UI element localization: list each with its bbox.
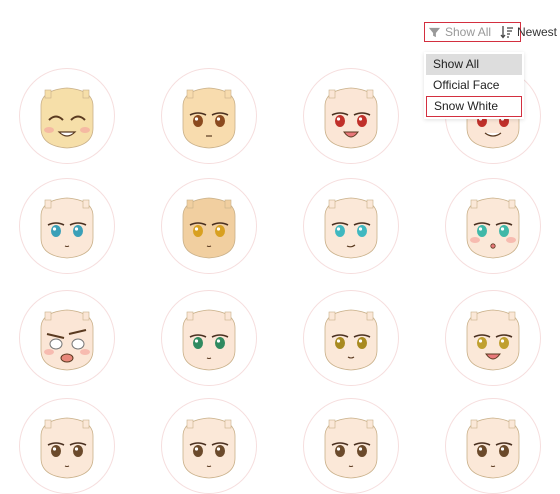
face-part-item[interactable] <box>19 290 115 386</box>
face-illustration <box>40 197 94 259</box>
face-part-item[interactable] <box>445 178 541 274</box>
face-part-item[interactable] <box>303 68 399 164</box>
face-illustration <box>40 309 94 371</box>
face-illustration <box>324 197 378 259</box>
face-illustration <box>466 197 520 259</box>
dropdown-option-show-all[interactable]: Show All <box>426 54 522 75</box>
face-illustration <box>182 87 236 149</box>
face-illustration <box>324 309 378 371</box>
face-illustration <box>324 417 378 479</box>
face-part-item[interactable] <box>19 68 115 164</box>
face-part-item[interactable] <box>303 398 399 494</box>
face-part-item[interactable] <box>161 290 257 386</box>
face-illustration <box>182 309 236 371</box>
face-illustration <box>466 417 520 479</box>
face-illustration <box>324 87 378 149</box>
face-part-item[interactable] <box>19 178 115 274</box>
face-illustration <box>182 197 236 259</box>
sort-button-label: Newest <box>517 25 558 39</box>
filter-icon <box>428 27 441 37</box>
face-illustration <box>40 417 94 479</box>
face-part-item[interactable] <box>445 290 541 386</box>
face-part-item[interactable] <box>161 398 257 494</box>
face-illustration <box>466 309 520 371</box>
face-illustration <box>40 87 94 149</box>
dropdown-option-snow-white[interactable]: Snow White <box>426 96 522 117</box>
face-part-item[interactable] <box>161 178 257 274</box>
toolbar: Show All Newest <box>424 22 560 44</box>
filter-button-label: Show All <box>445 25 492 39</box>
sort-button[interactable]: Newest <box>500 22 557 42</box>
sort-icon <box>500 26 513 39</box>
face-part-item[interactable] <box>303 178 399 274</box>
face-illustration <box>182 417 236 479</box>
dropdown-option-official-face[interactable]: Official Face <box>426 75 522 96</box>
face-part-item[interactable] <box>161 68 257 164</box>
face-part-item[interactable] <box>19 398 115 494</box>
face-part-item[interactable] <box>303 290 399 386</box>
face-part-item[interactable] <box>445 398 541 494</box>
filter-dropdown-menu: Show All Official Face Snow White <box>424 52 524 119</box>
